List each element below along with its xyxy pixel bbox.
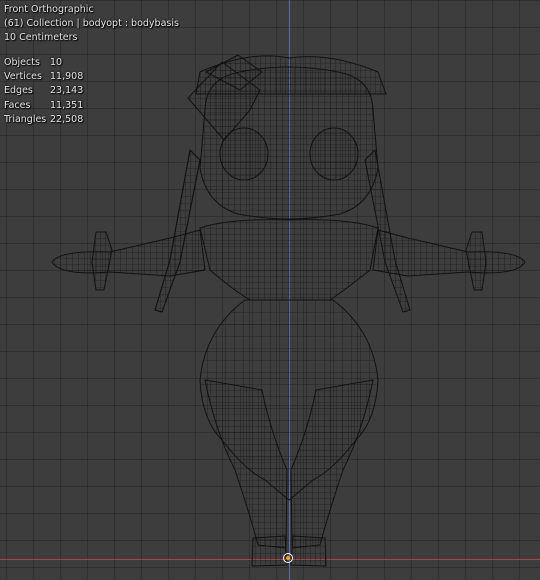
left-boot [251, 535, 288, 567]
3d-viewport[interactable]: Front Orthographic (61) Collection | bod… [0, 0, 540, 580]
stat-vertices: Vertices 11,908 [4, 71, 84, 83]
origin-point-icon [286, 556, 290, 560]
stat-triangles: Triangles 22,508 [4, 113, 84, 125]
right-hand [465, 231, 487, 291]
stat-edges: Edges 23,143 [4, 85, 84, 97]
viewport-info-overlay: Front Orthographic (61) Collection | bod… [4, 3, 179, 46]
right-eye [309, 127, 359, 181]
scene-statistics: Objects 10 Vertices 11,908 Edges 23,143 Fac… [4, 56, 83, 127]
right-boot [290, 535, 327, 567]
torso [199, 219, 379, 301]
left-arm [51, 229, 206, 277]
collection-label: (61) Collection | bodyopt : bodybasis [4, 18, 179, 30]
right-arm [372, 229, 526, 277]
left-hand [91, 231, 113, 291]
view-name-label: Front Orthographic [4, 4, 94, 15]
stat-faces: Faces 11,351 [4, 99, 84, 111]
stat-objects: Objects 10 [4, 57, 63, 68]
dress-skirt [199, 299, 379, 501]
grid-scale-label: 10 Centimeters [4, 32, 78, 44]
